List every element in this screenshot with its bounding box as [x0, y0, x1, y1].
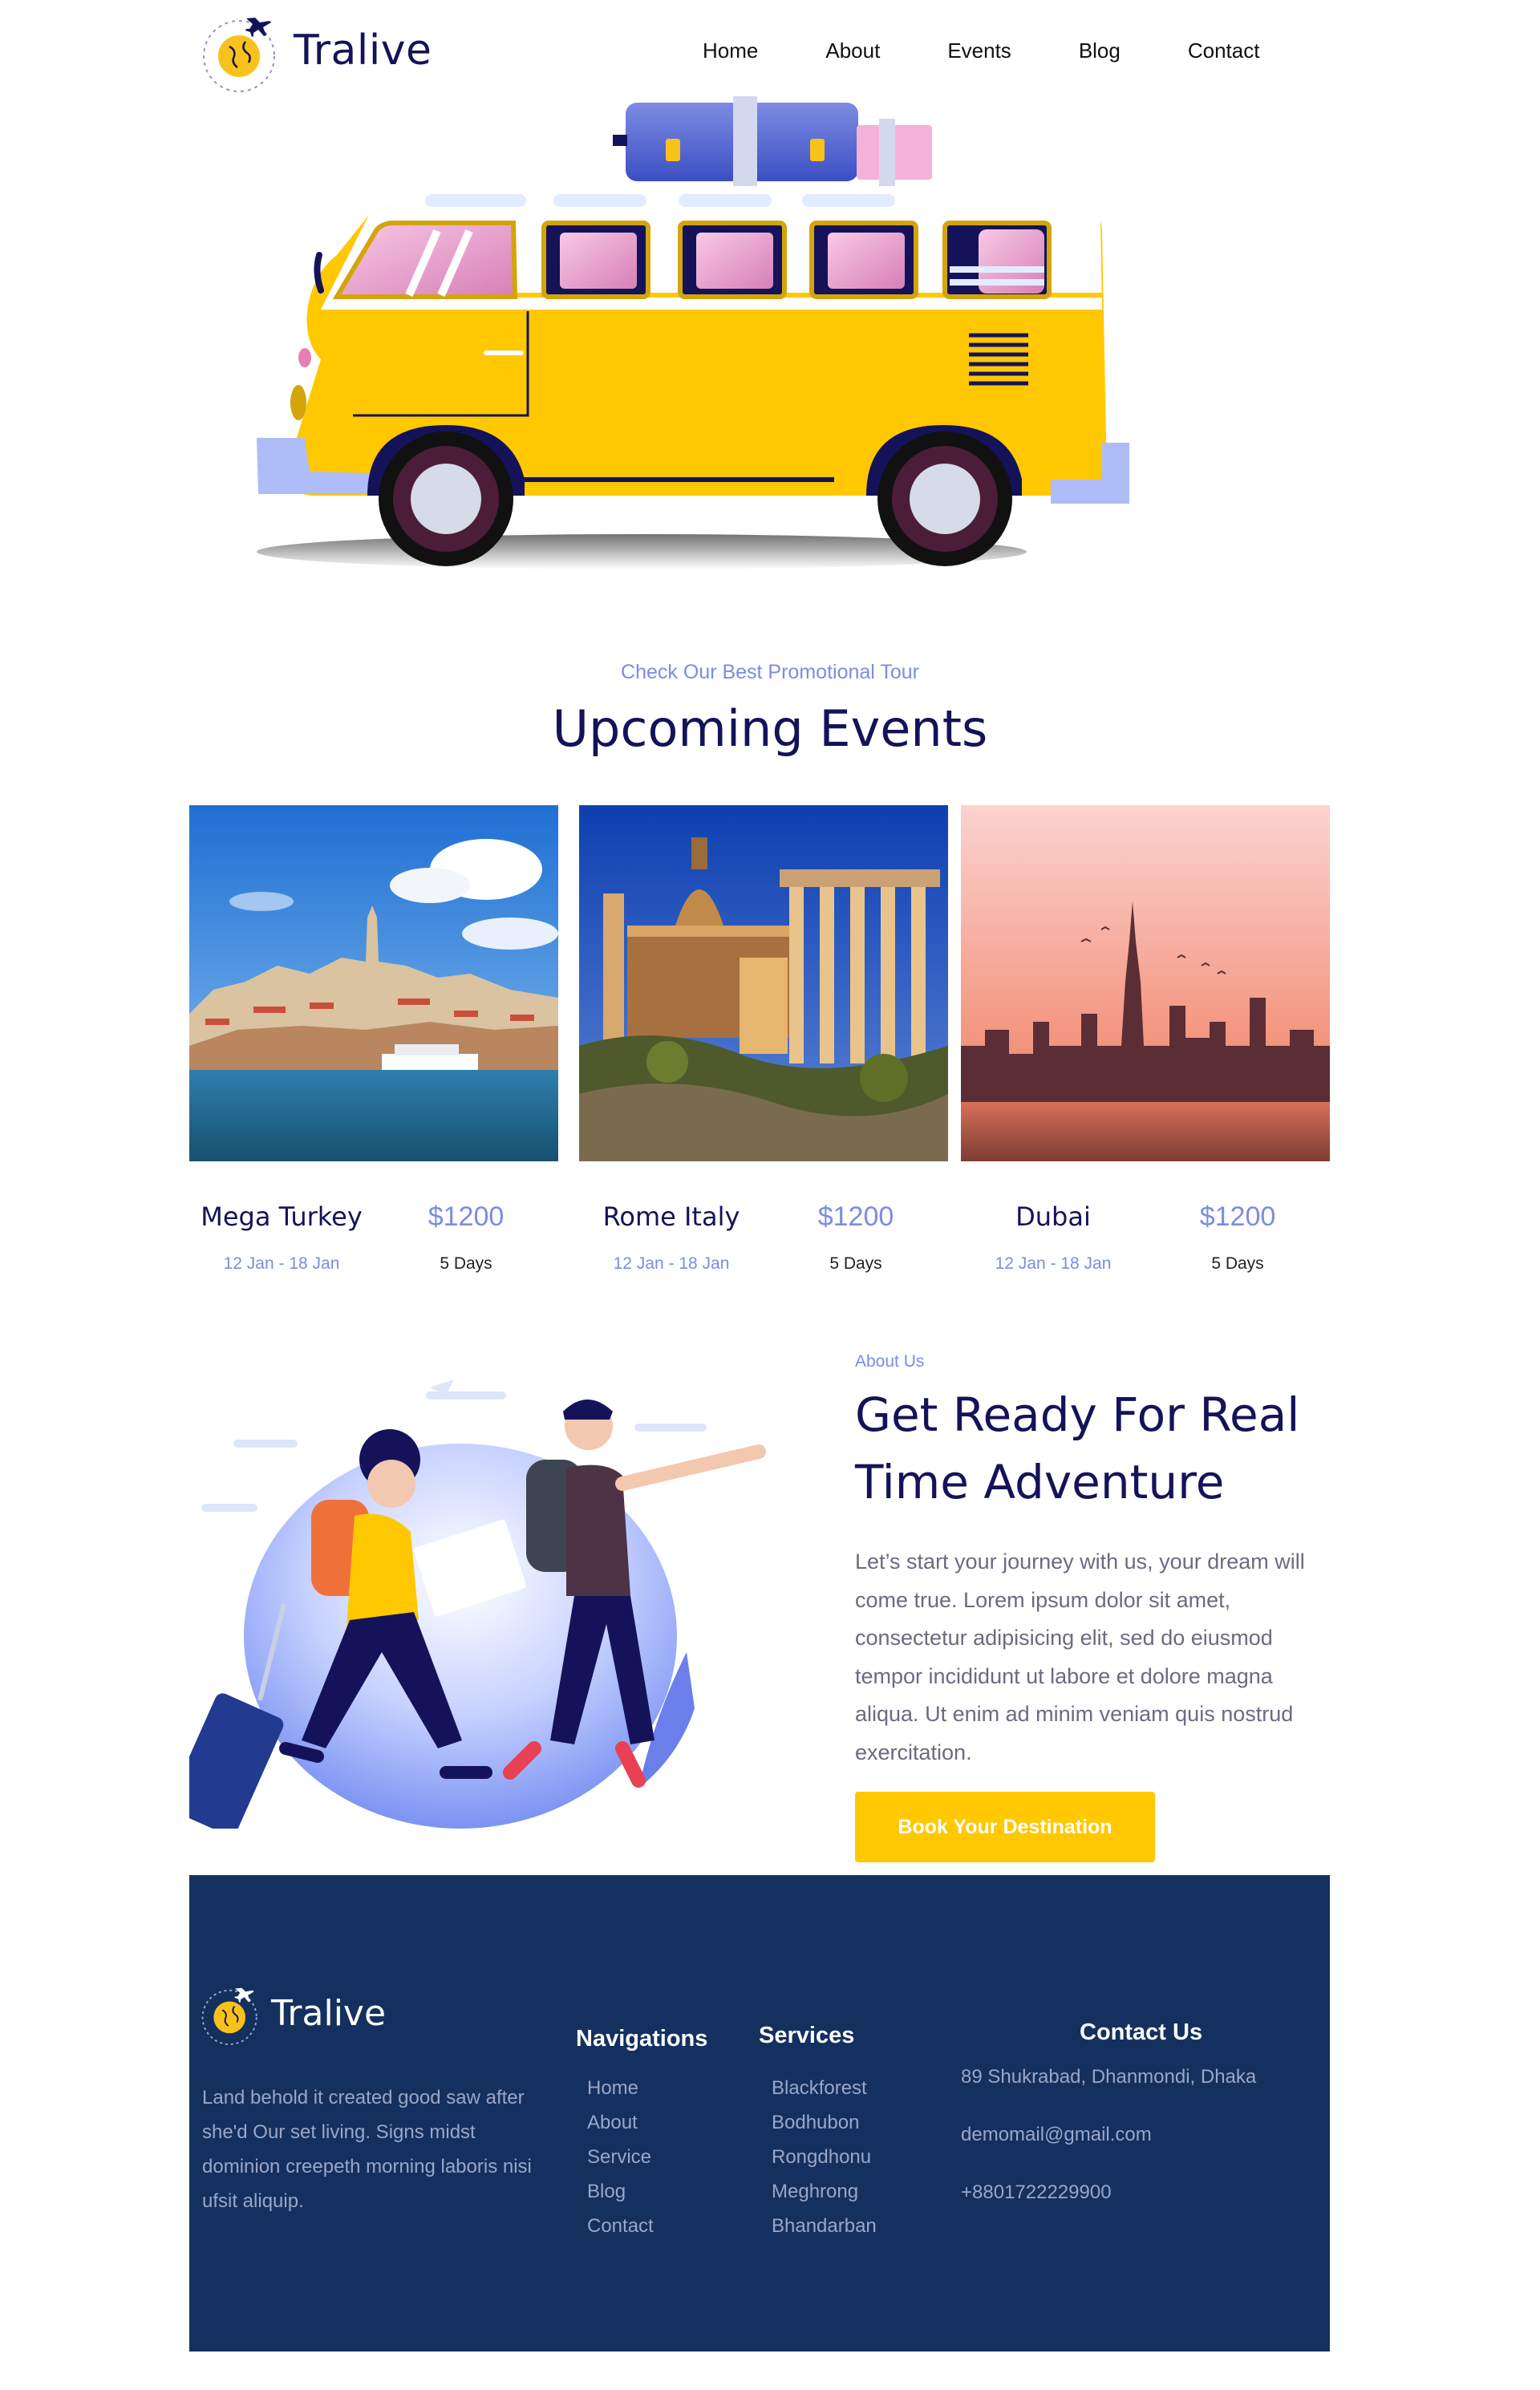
- globe-plane-logo-icon: [201, 1987, 257, 2045]
- footer-service-item[interactable]: Rongdhonu: [772, 2140, 877, 2174]
- event-duration: 5 Days: [829, 1254, 882, 1273]
- event-dates: 12 Jan - 18 Jan: [223, 1254, 340, 1273]
- nav-home[interactable]: Home: [703, 38, 758, 63]
- event-duration: 5 Days: [440, 1254, 492, 1273]
- nav-blog[interactable]: Blog: [1079, 38, 1121, 63]
- event-card-rome[interactable]: Rome Italy $1200 12 Jan - 18 Jan 5 Days: [579, 805, 948, 1273]
- footer-address: 89 Shukrabad, Dhanmondi, Dhaka: [961, 2066, 1257, 2088]
- event-card-dubai[interactable]: Dubai $1200 12 Jan - 18 Jan 5 Days: [961, 805, 1330, 1273]
- footer-service-item[interactable]: Bodhubon: [772, 2105, 877, 2140]
- footer-nav-service[interactable]: Service: [587, 2140, 654, 2174]
- footer-nav-contact[interactable]: Contact: [587, 2209, 654, 2243]
- events-title: Upcoming Events: [552, 699, 988, 758]
- event-dates: 12 Jan - 18 Jan: [995, 1254, 1112, 1273]
- footer-services-title: Services: [759, 2023, 855, 2048]
- event-photo-dubai: [961, 805, 1330, 1161]
- event-name: Mega Turkey: [201, 1201, 363, 1232]
- event-price: $1200: [428, 1201, 505, 1232]
- event-photo-turkey: [189, 805, 558, 1161]
- event-name: Rome Italy: [602, 1201, 740, 1232]
- event-card-turkey[interactable]: Mega Turkey $1200 12 Jan - 18 Jan 5 Days: [189, 805, 558, 1273]
- footer-description: Land behold it created good saw after sh…: [202, 2087, 532, 2212]
- footer-brand-name: Tralive: [271, 1992, 387, 2034]
- event-price: $1200: [1199, 1201, 1276, 1232]
- nav-events[interactable]: Events: [947, 38, 1011, 63]
- event-dates: 12 Jan - 18 Jan: [613, 1254, 730, 1273]
- globe-plane-logo-icon: [203, 18, 275, 92]
- footer-navigations-list: Home About Service Blog Contact: [587, 2071, 654, 2243]
- travelers-illustration: [189, 1379, 766, 1829]
- event-duration: 5 Days: [1211, 1254, 1264, 1273]
- footer-services-list: Blackforest Bodhubon Rongdhonu Meghrong …: [772, 2071, 877, 2243]
- nav-contact[interactable]: Contact: [1188, 38, 1260, 63]
- event-price: $1200: [817, 1201, 894, 1232]
- about-description: Let’s start your journey with us, your d…: [855, 1549, 1305, 1764]
- site-footer: Tralive Land behold it created good saw …: [189, 1875, 1330, 2352]
- brand-name: Tralive: [294, 26, 432, 75]
- footer-nav-home[interactable]: Home: [587, 2071, 654, 2105]
- footer-nav-blog[interactable]: Blog: [587, 2174, 654, 2209]
- events-eyebrow: Check Our Best Promotional Tour: [621, 661, 919, 683]
- footer-service-item[interactable]: Blackforest: [772, 2071, 877, 2105]
- footer-phone[interactable]: +8801722229900: [961, 2181, 1112, 2204]
- footer-navigations-title: Navigations: [576, 2026, 708, 2052]
- footer-contact-title: Contact Us: [1080, 2019, 1203, 2045]
- footer-nav-about[interactable]: About: [587, 2105, 654, 2140]
- about-title: Get Ready For Real Time Adventure: [855, 1387, 1300, 1509]
- footer-service-item[interactable]: Meghrong: [772, 2174, 877, 2209]
- nav-about[interactable]: About: [825, 38, 880, 63]
- footer-service-item[interactable]: Bhandarban: [772, 2209, 877, 2243]
- footer-email[interactable]: demomail@gmail.com: [961, 2124, 1152, 2146]
- hero-bus-illustration: [257, 96, 1129, 569]
- event-photo-rome: [579, 805, 948, 1161]
- main-nav: Home About Events Blog Contact: [703, 38, 1327, 63]
- footer-brand-logo[interactable]: Tralive: [199, 1979, 386, 2047]
- event-name: Dubai: [1015, 1201, 1091, 1232]
- book-destination-button[interactable]: Book Your Destination: [855, 1792, 1155, 1862]
- brand-logo[interactable]: Tralive: [199, 6, 432, 95]
- about-eyebrow: About Us: [855, 1352, 925, 1371]
